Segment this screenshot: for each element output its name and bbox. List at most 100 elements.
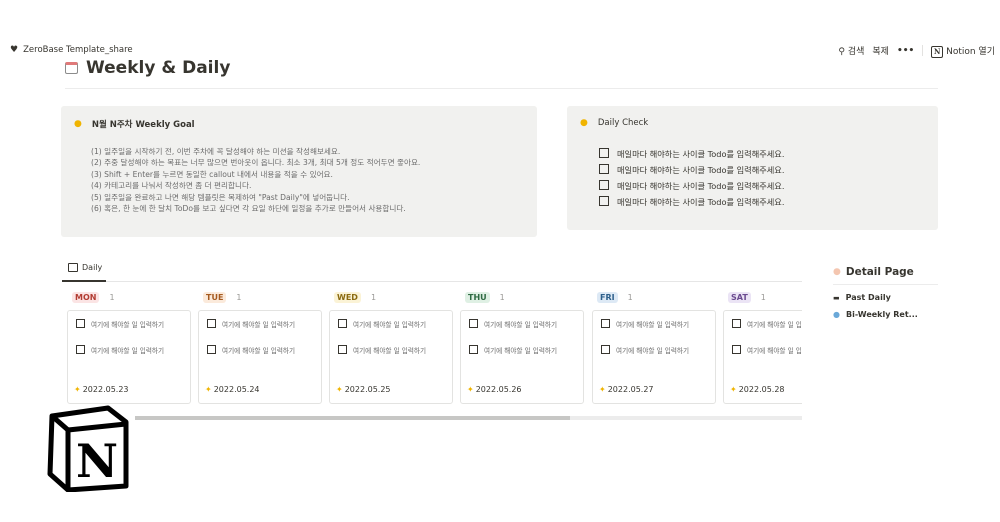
checkbox[interactable] xyxy=(732,319,741,328)
card-date: ✦ 2022.05.25 xyxy=(336,385,391,394)
daily-check-item[interactable]: 매일마다 해야하는 사이클 Todo를 입력해주세요. xyxy=(599,146,784,162)
detail-link-bi-weekly[interactable]: ● Bi-Weekly Ret... xyxy=(833,310,938,319)
todo-item[interactable]: 여기에 해야할 일 입력하기 xyxy=(732,345,802,356)
todo-item[interactable]: 여기에 해야할 일 입력하기 xyxy=(338,345,448,356)
checkbox[interactable] xyxy=(469,345,478,354)
column-count: 1 xyxy=(370,293,377,302)
checkbox[interactable] xyxy=(599,164,609,174)
detail-page-section: ● Detail Page ▬ Past Daily ● Bi-Weekly R… xyxy=(833,266,938,319)
checkbox[interactable] xyxy=(601,319,610,328)
board-card[interactable]: 여기에 해야할 일 입력하기 여기에 해야할 일 입력하기 ✦2022.05.2… xyxy=(592,310,716,404)
todo-item[interactable]: 여기에 해야할 일 입력하기 xyxy=(601,319,711,330)
end-icon: ▬ xyxy=(833,293,840,302)
sparkle-icon: ✦ xyxy=(205,385,212,394)
todo-item[interactable]: 여기에 해야할 일 입력하기 xyxy=(207,319,317,330)
weekly-goal-lines: (1) 일주일을 시작하기 전, 이번 주차에 꼭 달성해야 하는 미션을 작성… xyxy=(91,146,420,214)
daily-check-item[interactable]: 매일마다 해야하는 사이클 Todo를 입력해주세요. xyxy=(599,178,784,194)
column-count: 1 xyxy=(499,293,505,302)
todo-item[interactable]: 여기에 해야할 일 입력하기 xyxy=(338,319,448,330)
checkbox[interactable] xyxy=(207,345,216,354)
lightbulb-icon: ● xyxy=(74,119,82,129)
page-title-text: Weekly & Daily xyxy=(86,58,231,78)
checkbox[interactable] xyxy=(207,319,216,328)
duplicate-button[interactable]: 복제 xyxy=(872,44,889,57)
page-title: Weekly & Daily xyxy=(65,58,230,78)
todo-item[interactable]: 여기에 해야할 일 입력하기 xyxy=(469,345,579,356)
todo-item[interactable]: 여기에 해야할 일 입력하기 xyxy=(601,345,711,356)
sparkle-icon: ✦ xyxy=(467,385,474,394)
day-tag[interactable]: SAT xyxy=(728,292,751,303)
board-column-sat: SAT 1 여기에 해야할 일 입력하기 여기에 해야할 일 입력하기 ✦2022… xyxy=(723,292,802,408)
checkbox[interactable] xyxy=(76,319,85,328)
svg-text:N: N xyxy=(76,434,118,488)
calendar-icon xyxy=(65,62,78,74)
breadcrumb-workspace[interactable]: ZeroBase Template_share xyxy=(23,45,133,55)
card-date: ✦ 2022.05.27 xyxy=(599,385,654,394)
board-column-wed: WED 1 여기에 해야할 일 입력하기 여기에 해야할 일 입력하기 ✦ 2022… xyxy=(329,292,453,404)
checkbox[interactable] xyxy=(338,319,347,328)
board-column-fri: FRI 1 여기에 해야할 일 입력하기 여기에 해야할 일 입력하기 ✦ 2022… xyxy=(592,292,716,404)
todo-item[interactable]: 여기에 해야할 일 입력하기 xyxy=(76,345,186,356)
heart-icon: ♥ xyxy=(10,45,19,55)
board-scrollbar-thumb[interactable] xyxy=(135,416,570,420)
tab-daily[interactable]: Daily xyxy=(68,263,102,272)
lightbulb-icon: ● xyxy=(580,118,588,128)
todo-item[interactable]: 여기에 해야할 일 입력하기 xyxy=(207,345,317,356)
checkbox[interactable] xyxy=(469,319,478,328)
board-card[interactable]: 여기에 해야할 일 입력하기 여기에 해야할 일 입력하기 ✦2022.05.2… xyxy=(329,310,453,404)
day-tag[interactable]: WED xyxy=(334,292,361,303)
tab-divider xyxy=(62,281,802,282)
card-date: ✦ 2022.05.24 xyxy=(205,385,260,394)
board-card[interactable]: 여기에 해야할 일 입력하기 여기에 해야할 일 입력하기 ✦2022.05.2… xyxy=(723,310,802,404)
checkbox[interactable] xyxy=(732,345,741,354)
goal-line: (3) Shift + Enter를 누르면 동일한 callout 내에서 내… xyxy=(91,169,333,179)
todo-item[interactable]: 여기에 해야할 일 입력하기 xyxy=(469,319,579,330)
breadcrumb[interactable]: ♥ ZeroBase Template_share xyxy=(10,45,133,55)
column-count: 1 xyxy=(760,293,766,302)
checkbox[interactable] xyxy=(601,345,610,354)
notion-icon: N xyxy=(931,45,944,58)
todo-item[interactable]: 여기에 해야할 일 입력하기 xyxy=(732,319,802,330)
column-count: 1 xyxy=(627,293,633,302)
day-tag[interactable]: TUE xyxy=(203,292,227,303)
weekly-goal-callout[interactable]: ● N월 N주차 Weekly Goal (1) 일주일을 시작하기 전, 이번… xyxy=(61,106,537,237)
checkbox[interactable] xyxy=(599,196,609,206)
day-tag[interactable]: THU xyxy=(465,292,490,303)
daily-check-callout[interactable]: ● Daily Check 매일마다 해야하는 사이클 Todo를 입력해주세요… xyxy=(567,106,938,230)
checkbox[interactable] xyxy=(338,345,347,354)
day-tag[interactable]: FRI xyxy=(597,292,618,303)
daily-check-item[interactable]: 매일마다 해야하는 사이클 Todo를 입력해주세요. xyxy=(599,162,784,178)
speech-bubble-icon: ● xyxy=(833,310,840,319)
weekly-goal-title: N월 N주차 Weekly Goal xyxy=(91,120,195,130)
tab-active-underline xyxy=(62,280,106,282)
goal-line: (1) 일주일을 시작하기 전, 이번 주차에 꼭 달성해야 하는 미션을 작성… xyxy=(91,147,341,156)
board-icon xyxy=(68,263,78,272)
dot-icon: ● xyxy=(833,267,841,277)
goal-line: (4) 카테고리를 나눠서 작성하면 좀 더 편리합니다. xyxy=(91,181,252,191)
search-icon: ⚲ xyxy=(838,47,845,58)
column-count: 1 xyxy=(236,293,242,302)
sparkle-icon: ✦ xyxy=(599,385,606,394)
todo-item[interactable]: 여기에 해야할 일 입력하기 xyxy=(76,319,186,330)
detail-divider xyxy=(833,284,938,285)
goal-line: (2) 주중 달성해야 하는 목표는 너무 많으면 번아웃이 옵니다. 최소 3… xyxy=(91,158,421,168)
checkbox[interactable] xyxy=(599,148,609,158)
daily-check-list: 매일마다 해야하는 사이클 Todo를 입력해주세요. 매일마다 해야하는 사이… xyxy=(599,146,784,210)
more-button[interactable]: ••• xyxy=(897,46,914,56)
open-notion-button[interactable]: N Notion 열기 xyxy=(931,44,995,58)
checkbox[interactable] xyxy=(76,345,85,354)
board-card[interactable]: 여기에 해야할 일 입력하기 여기에 해야할 일 입력하기 ✦2022.05.2… xyxy=(67,310,191,404)
board-card[interactable]: 여기에 해야할 일 입력하기 여기에 해야할 일 입력하기 ✦2022.05.2… xyxy=(460,310,584,404)
board-column-thu: THU 1 여기에 해야할 일 입력하기 여기에 해야할 일 입력하기 ✦ 2022… xyxy=(460,292,584,404)
checkbox[interactable] xyxy=(599,180,609,190)
topbar-divider xyxy=(922,45,924,57)
topbar-actions: ⚲ 검색 복제 ••• N Notion 열기 xyxy=(838,44,995,58)
card-date: ✦ 2022.05.26 xyxy=(467,385,522,394)
detail-link-past-daily[interactable]: ▬ Past Daily xyxy=(833,293,938,302)
daily-check-item[interactable]: 매일마다 해야하는 사이클 Todo를 입력해주세요. xyxy=(599,194,784,210)
search-button[interactable]: ⚲ 검색 xyxy=(838,44,864,57)
card-date: ✦ 2022.05.28 xyxy=(730,385,785,394)
day-tag[interactable]: MON xyxy=(72,292,100,303)
sparkle-icon: ✦ xyxy=(74,385,81,394)
board-card[interactable]: 여기에 해야할 일 입력하기 여기에 해야할 일 입력하기 ✦2022.05.2… xyxy=(198,310,322,404)
